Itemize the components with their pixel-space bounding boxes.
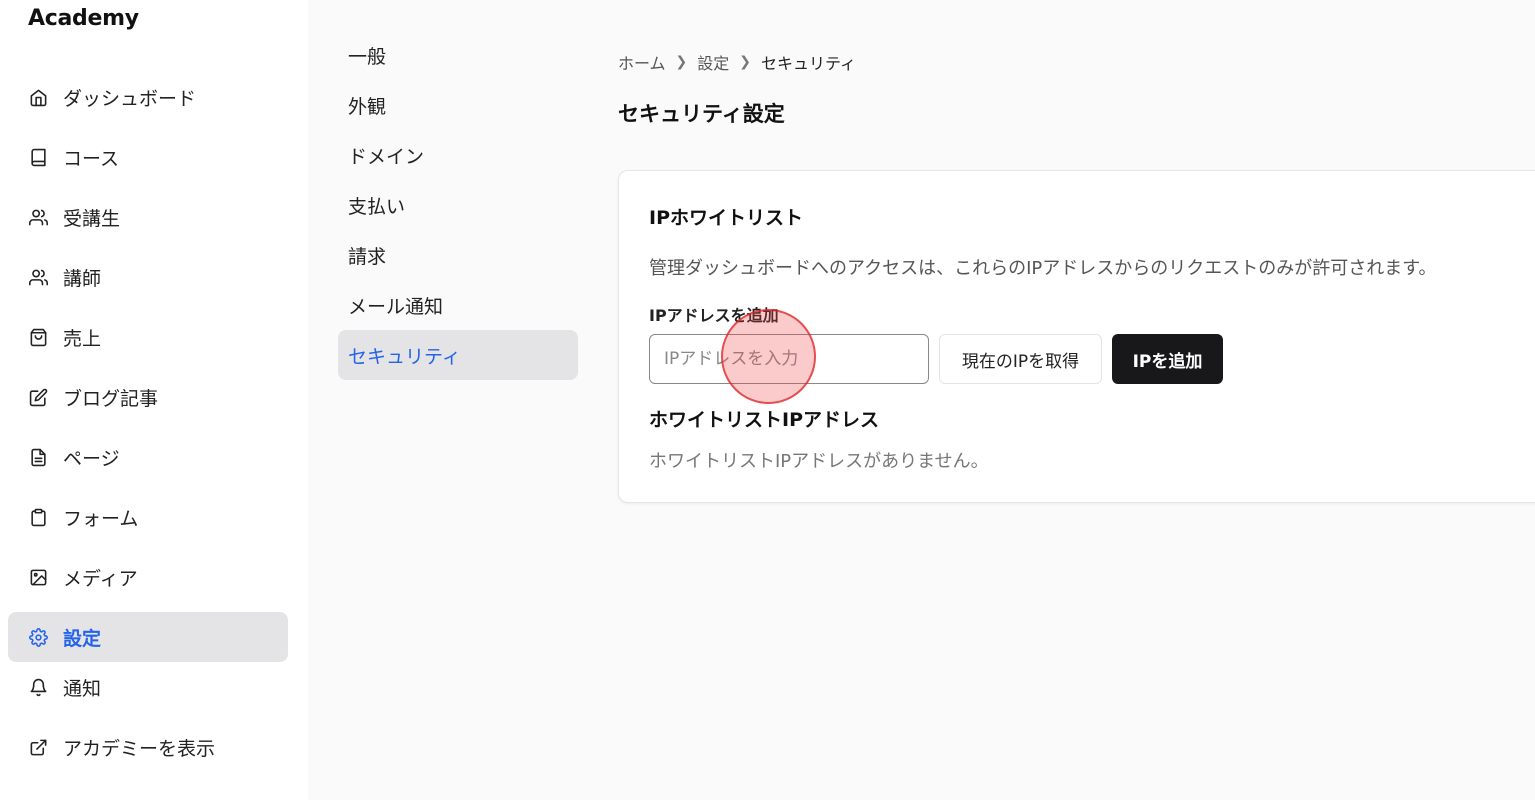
sidebar-item-label: ダッシュボード <box>63 87 197 110</box>
users-icon <box>28 267 48 287</box>
sidebar-item-dashboard[interactable]: ダッシュボード <box>8 72 288 122</box>
sidebar-item-notifications[interactable]: 通知 <box>8 662 288 712</box>
settings-nav-general[interactable]: 一般 <box>338 30 578 80</box>
sidebar-item-sales[interactable]: 売上 <box>8 312 288 362</box>
sidebar-item-instructors[interactable]: 講師 <box>8 252 288 302</box>
image-icon <box>28 567 48 587</box>
edit-icon <box>28 387 48 407</box>
sidebar-item-label: フォーム <box>63 507 139 530</box>
ip-address-field-label: IPアドレスを追加 <box>649 306 779 325</box>
sidebar-item-label: 売上 <box>63 327 102 350</box>
sidebar-item-settings[interactable]: 設定 <box>8 612 288 662</box>
breadcrumb-settings[interactable]: 設定 <box>697 50 729 74</box>
sidebar: Academy ダッシュボード コース 受講生 講師 売上 ブログ記事 ページ … <box>0 0 308 800</box>
whitelist-list-title: ホワイトリストIPアドレス <box>649 409 879 431</box>
external-link-icon <box>28 737 48 757</box>
shopping-bag-icon <box>28 327 48 347</box>
settings-nav-payments[interactable]: 支払い <box>338 180 578 230</box>
book-icon <box>28 147 48 167</box>
sidebar-item-label: 受講生 <box>63 207 121 230</box>
sidebar-item-label: アカデミーを表示 <box>63 737 216 760</box>
gear-icon <box>28 627 48 647</box>
sidebar-item-label: 設定 <box>63 627 102 650</box>
chevron-right-icon: ❯ <box>739 54 752 70</box>
page-title: セキュリティ設定 <box>618 102 785 126</box>
sidebar-item-label: メディア <box>63 567 138 590</box>
sidebar-item-view-academy[interactable]: アカデミーを表示 <box>8 722 288 772</box>
breadcrumb-current: セキュリティ <box>761 54 857 73</box>
sidebar-item-students[interactable]: 受講生 <box>8 192 288 242</box>
sidebar-item-label: 講師 <box>63 267 102 290</box>
settings-nav-email-notifications[interactable]: メール通知 <box>338 280 578 330</box>
sidebar-item-pages[interactable]: ページ <box>8 432 288 482</box>
whitelist-empty-message: ホワイトリストIPアドレスがありません。 <box>649 451 989 472</box>
bell-icon <box>28 677 48 697</box>
settings-nav-security[interactable]: セキュリティ <box>338 330 578 380</box>
sidebar-item-label: 通知 <box>63 677 102 700</box>
sidebar-item-media[interactable]: メディア <box>8 552 288 602</box>
chevron-right-icon: ❯ <box>675 54 688 70</box>
add-ip-button[interactable]: IPを追加 <box>1112 334 1223 384</box>
ip-whitelist-description: 管理ダッシュボードへのアクセスは、これらのIPアドレスからのリクエストのみが許可… <box>649 258 1437 279</box>
sidebar-item-forms[interactable]: フォーム <box>8 492 288 542</box>
ip-whitelist-title: IPホワイトリスト <box>649 207 803 229</box>
get-current-ip-button[interactable]: 現在のIPを取得 <box>939 334 1102 384</box>
home-icon <box>28 87 48 107</box>
settings-nav-domain[interactable]: ドメイン <box>338 130 578 180</box>
ip-whitelist-card: IPホワイトリスト 管理ダッシュボードへのアクセスは、これらのIPアドレスからの… <box>618 170 1535 503</box>
settings-nav-appearance[interactable]: 外観 <box>338 80 578 130</box>
brand-logo[interactable]: Academy <box>28 6 139 31</box>
sidebar-item-label: コース <box>63 147 120 170</box>
sidebar-item-label: ブログ記事 <box>63 387 159 410</box>
sidebar-item-blog-posts[interactable]: ブログ記事 <box>8 372 288 422</box>
settings-nav-billing[interactable]: 請求 <box>338 230 578 280</box>
breadcrumb: ホーム ❯ 設定 ❯ セキュリティ <box>618 50 856 74</box>
users-icon <box>28 207 48 227</box>
sidebar-item-label: ページ <box>63 447 120 470</box>
ip-address-input[interactable] <box>649 334 929 384</box>
breadcrumb-home[interactable]: ホーム <box>618 50 666 74</box>
clipboard-icon <box>28 507 48 527</box>
file-text-icon <box>28 447 48 467</box>
sidebar-item-courses[interactable]: コース <box>8 132 288 182</box>
